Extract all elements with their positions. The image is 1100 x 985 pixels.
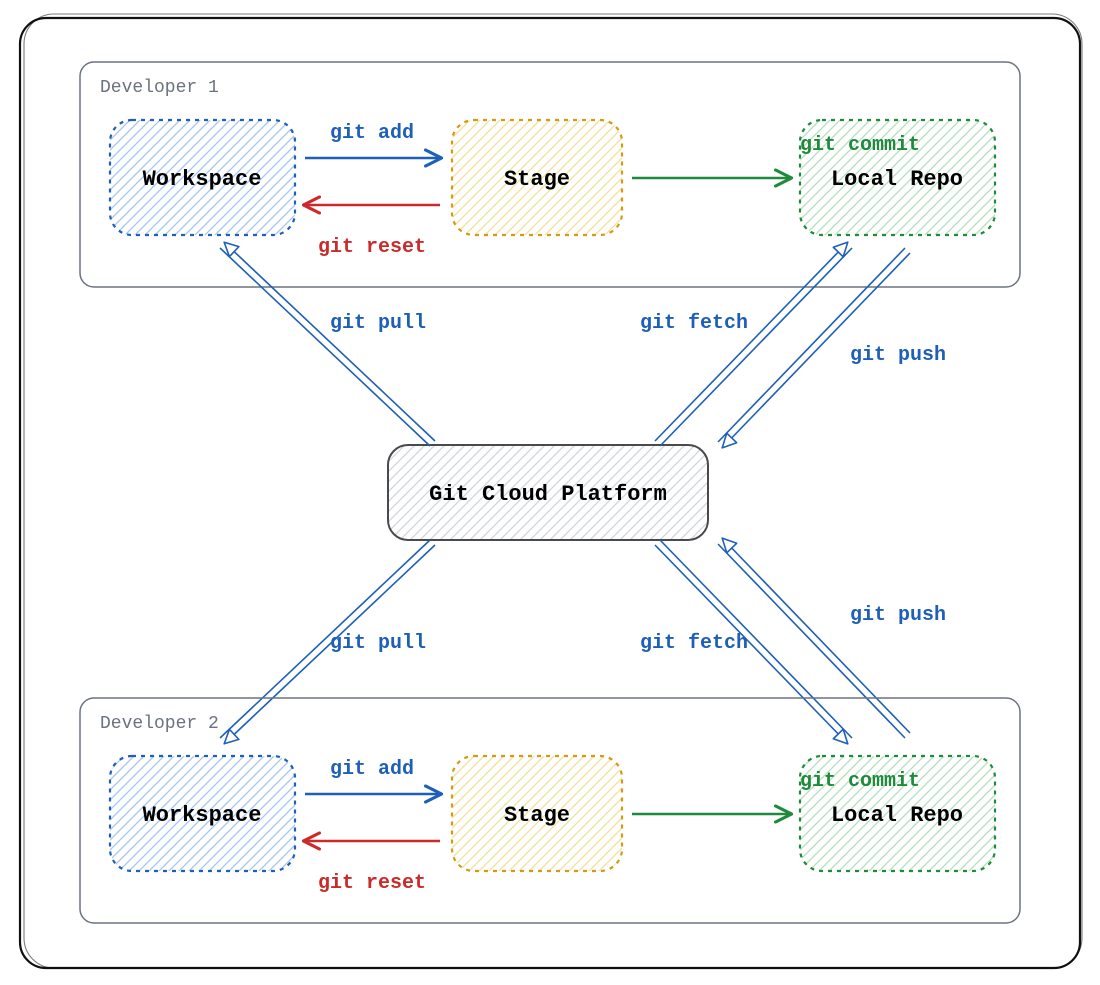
arrow-git-pull-1 xyxy=(220,243,435,446)
developer-1-group: Developer 1 Workspace Stage Local Repo g… xyxy=(80,62,1020,287)
developer-1-label: Developer 1 xyxy=(100,78,219,98)
label-git-reset-1: git reset xyxy=(318,236,426,259)
local-repo-2-label: Local Repo xyxy=(831,803,963,828)
cloud-platform: Git Cloud Platform xyxy=(388,445,708,540)
label-git-push-1: git push xyxy=(850,344,946,367)
git-workflow-diagram: Developer 1 Workspace Stage Local Repo g… xyxy=(0,0,1100,985)
label-git-commit-2: git commit xyxy=(800,770,920,793)
stage-2: Stage xyxy=(452,756,622,871)
label-git-add-1: git add xyxy=(330,122,414,145)
stage-2-label: Stage xyxy=(504,803,570,828)
developer-2-label: Developer 2 xyxy=(100,714,219,734)
stage-1-label: Stage xyxy=(504,167,570,192)
label-git-commit-1: git commit xyxy=(800,134,920,157)
stage-1: Stage xyxy=(452,120,622,235)
label-git-reset-2: git reset xyxy=(318,872,426,895)
developer-2-group: Developer 2 Workspace Stage Local Repo g… xyxy=(80,698,1020,923)
label-git-fetch-1: git fetch xyxy=(640,312,748,335)
workspace-1: Workspace xyxy=(110,120,295,235)
local-repo-1-label: Local Repo xyxy=(831,167,963,192)
label-git-push-2: git push xyxy=(850,604,946,627)
label-git-fetch-2: git fetch xyxy=(640,632,748,655)
workspace-2-label: Workspace xyxy=(143,803,262,828)
label-git-add-2: git add xyxy=(330,758,414,781)
workspace-1-label: Workspace xyxy=(143,167,262,192)
label-git-pull-1: git pull xyxy=(330,312,426,335)
label-git-pull-2: git pull xyxy=(330,632,426,655)
cloud-label: Git Cloud Platform xyxy=(429,482,667,507)
workspace-2: Workspace xyxy=(110,756,295,871)
